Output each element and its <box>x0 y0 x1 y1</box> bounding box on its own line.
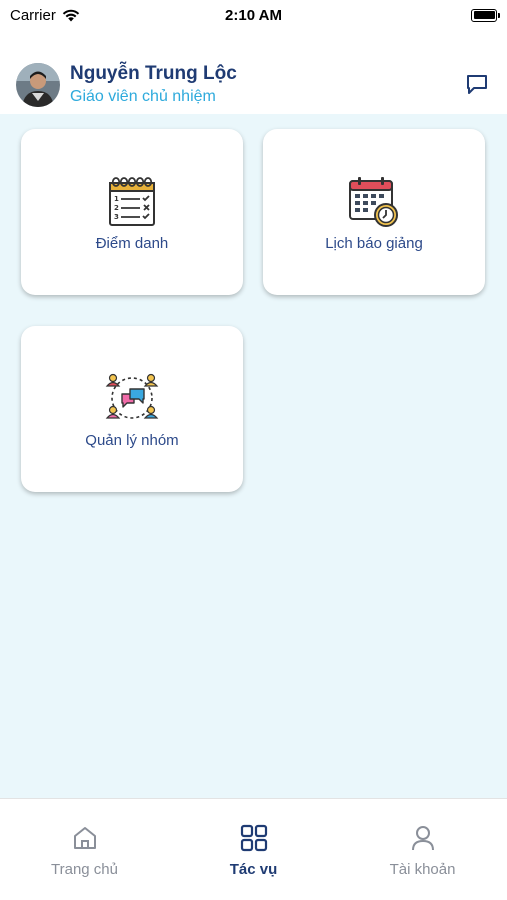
tab-tasks[interactable]: Tác vụ <box>169 799 338 900</box>
tab-home[interactable]: Trang chủ <box>0 799 169 900</box>
user-name: Nguyễn Trung Lộc <box>70 63 237 84</box>
task-card-attendance[interactable]: 123 Điểm danh <box>21 129 243 295</box>
task-label: Quản lý nhóm <box>85 431 179 449</box>
status-bar: Carrier 2:10 AM <box>0 0 507 30</box>
task-grid: 123 Điểm danh Lịch báo giảng Quản lý nhó… <box>0 114 507 798</box>
svg-text:2: 2 <box>114 204 119 212</box>
user-icon <box>411 826 434 851</box>
group-chat-icon <box>105 373 159 419</box>
calendar-clock-icon <box>349 176 398 227</box>
home-icon <box>73 827 96 849</box>
status-left: Carrier <box>10 7 80 24</box>
grid-icon <box>240 824 267 852</box>
message-icon[interactable] <box>465 72 489 96</box>
wifi-icon <box>62 9 80 21</box>
bottom-tab-bar: Trang chủ Tác vụ Tài khoản <box>0 798 507 900</box>
tab-label: Trang chủ <box>51 861 118 878</box>
svg-text:1: 1 <box>114 195 119 203</box>
user-role: Giáo viên chủ nhiệm <box>70 88 216 105</box>
tab-label: Tài khoản <box>389 861 456 878</box>
profile-header: Nguyễn Trung Lộc Giáo viên chủ nhiệm <box>0 56 507 114</box>
avatar[interactable] <box>16 63 60 107</box>
svg-text:3: 3 <box>114 213 119 221</box>
task-label: Điểm danh <box>95 234 169 252</box>
user-info: Nguyễn Trung Lộc Giáo viên chủ nhiệm <box>70 62 237 108</box>
battery-icon <box>471 8 500 22</box>
task-label: Lịch báo giảng <box>325 234 423 252</box>
carrier-label: Carrier <box>10 6 56 24</box>
attendance-checklist-icon: 123 <box>109 176 155 226</box>
tab-label: Tác vụ <box>229 861 278 878</box>
task-card-group[interactable]: Quản lý nhóm <box>21 326 243 492</box>
task-card-calendar[interactable]: Lịch báo giảng <box>263 129 485 295</box>
tab-account[interactable]: Tài khoản <box>338 799 507 900</box>
